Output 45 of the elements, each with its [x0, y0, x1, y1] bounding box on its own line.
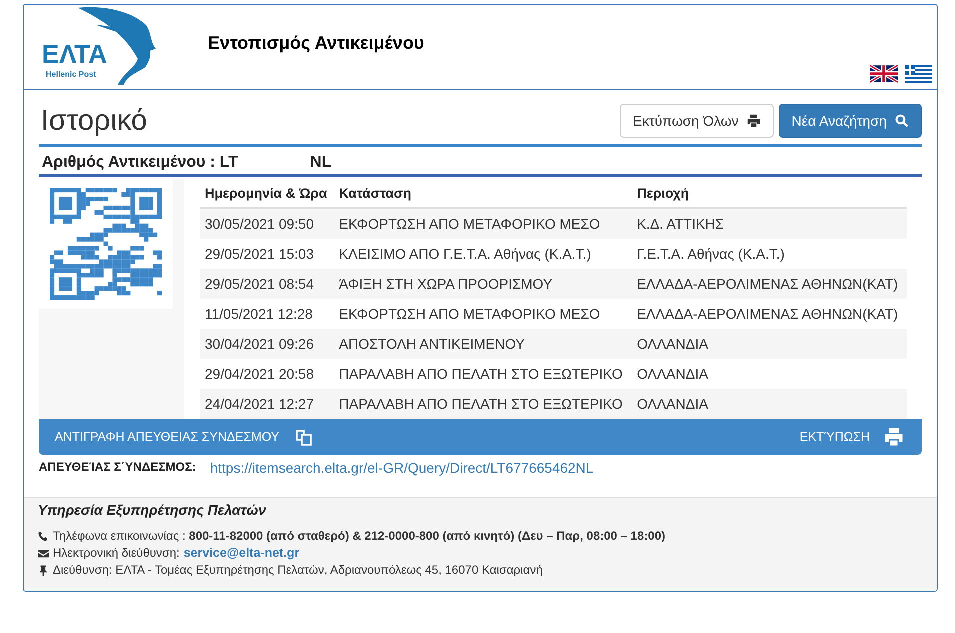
email-label: Ηλεκτρονική διεύθυνση:	[53, 545, 180, 562]
table-cell: 30/04/2021 09:26	[200, 329, 334, 359]
printer-icon	[746, 114, 761, 128]
direct-link-label: ΑΠΕΥΘΕΊΑΣ Σ΄ΥΝΔΕΣΜΟΣ:	[39, 460, 196, 476]
page-header-title: Εντοπισμός Αντικειμένου	[208, 33, 424, 55]
table-cell: 29/05/2021 15:03	[200, 239, 334, 269]
envelope-icon	[38, 548, 49, 559]
item-number-label: Αριθμός Αντικειμένου : LT	[42, 154, 238, 172]
table-cell: ΆΦΙΞΗ ΣΤΗ ΧΩΡΑ ΠΡΟΟΡΙΣΜΟΥ	[334, 269, 632, 299]
uk-flag-icon[interactable]	[870, 65, 898, 83]
table-cell: ΠΑΡΑΛΑΒΗ ΑΠΟ ΠΕΛΑΤΗ ΣΤΟ ΕΞΩΤΕΡΙΚΟ	[334, 359, 632, 389]
phone-icon	[38, 531, 49, 542]
table-cell: 24/04/2021 12:27	[200, 389, 334, 419]
table-cell: ΕΛΛΑΔΑ-ΑΕΡΟΛΙΜΕΝΑΣ ΑΘΗΝΩΝ(ΚΑΤ)	[632, 299, 907, 329]
table-cell: ΟΛΛΑΝΔΙΑ	[632, 389, 907, 419]
search-icon	[895, 114, 909, 128]
table-cell: Κ.Δ. ΑΤΤΙΚΗΣ	[632, 208, 907, 239]
table-cell: ΕΚΦΟΡΤΩΣΗ ΑΠΟ ΜΕΤΑΦΟΡΙΚΟ ΜΕΣΟ	[334, 208, 632, 239]
table-cell: ΚΛΕΙΣΙΜΟ ΑΠΟ Γ.Ε.Τ.Α. Αθήνας (Κ.Α.Τ.)	[334, 239, 632, 269]
table-cell: ΕΚΦΟΡΤΩΣΗ ΑΠΟ ΜΕΤΑΦΟΡΙΚΟ ΜΕΣΟ	[334, 299, 632, 329]
section-title: Ιστορικό	[41, 105, 148, 138]
phone-text: Τηλέφωνα επικοινωνίας : 800-11-82000 (από σταθερό) & 212-0000-800 (από κινητό) (Δευ – Παρ, 08:00 – 18:00)	[53, 528, 666, 545]
table-cell: Γ.Ε.Τ.Α. Αθήνας (Κ.Α.Τ.)	[632, 239, 907, 269]
table-cell: ΟΛΛΑΝΔΙΑ	[632, 329, 907, 359]
table-cell: ΕΛΛΑΔΑ-ΑΕΡΟΛΙΜΕΝΑΣ ΑΘΗΝΩΝ(ΚΑΤ)	[632, 269, 907, 299]
direct-link[interactable]: https://itemsearch.elta.gr/el-GR/Query/Direct/LT677665462NL	[210, 460, 594, 476]
pin-icon	[38, 565, 49, 576]
greek-flag-icon[interactable]	[905, 65, 933, 83]
print-button[interactable]: ΕΚΤΎΠΩΣΗ	[800, 427, 904, 447]
table-cell: ΠΑΡΑΛΑΒΗ ΑΠΟ ΠΕΛΑΤΗ ΣΤΟ ΕΞΩΤΕΡΙΚΟ	[334, 389, 632, 419]
print-all-button[interactable]: Εκτύπωση Όλων	[620, 104, 774, 138]
table-cell: 30/05/2021 09:50	[200, 208, 334, 239]
copy-icon	[294, 427, 314, 447]
item-number-suffix: NL	[310, 154, 332, 172]
table-cell: 29/04/2021 20:58	[200, 359, 334, 389]
table-cell: ΟΛΛΑΝΔΙΑ	[632, 359, 907, 389]
table-cell: 29/05/2021 08:54	[200, 269, 334, 299]
printer-icon	[884, 427, 904, 447]
address-text: Διεύθυνση: ΕΛΤΑ - Τομέας Εξυπηρέτησης Πελατών, Αδριανουπόλεως 45, 16070 Καισαριανή	[53, 562, 543, 579]
footer-title: Υπηρεσία Εξυπηρέτησης Πελατών	[38, 502, 268, 518]
new-search-button[interactable]: Νέα Αναζήτηση	[778, 104, 922, 138]
table-cell: 11/05/2021 12:28	[200, 299, 334, 329]
table-cell: ΑΠΟΣΤΟΛΗ ΑΝΤΙΚΕΙΜΕΝΟΥ	[334, 329, 632, 359]
email-link[interactable]: service@elta-net.gr	[184, 545, 300, 562]
copy-link-button[interactable]: ΑΝΤΙΓΡΑΦΗ ΑΠΕΥΘΕΙΑΣ ΣΥΝΔΕΣΜΟΥ	[55, 427, 314, 447]
